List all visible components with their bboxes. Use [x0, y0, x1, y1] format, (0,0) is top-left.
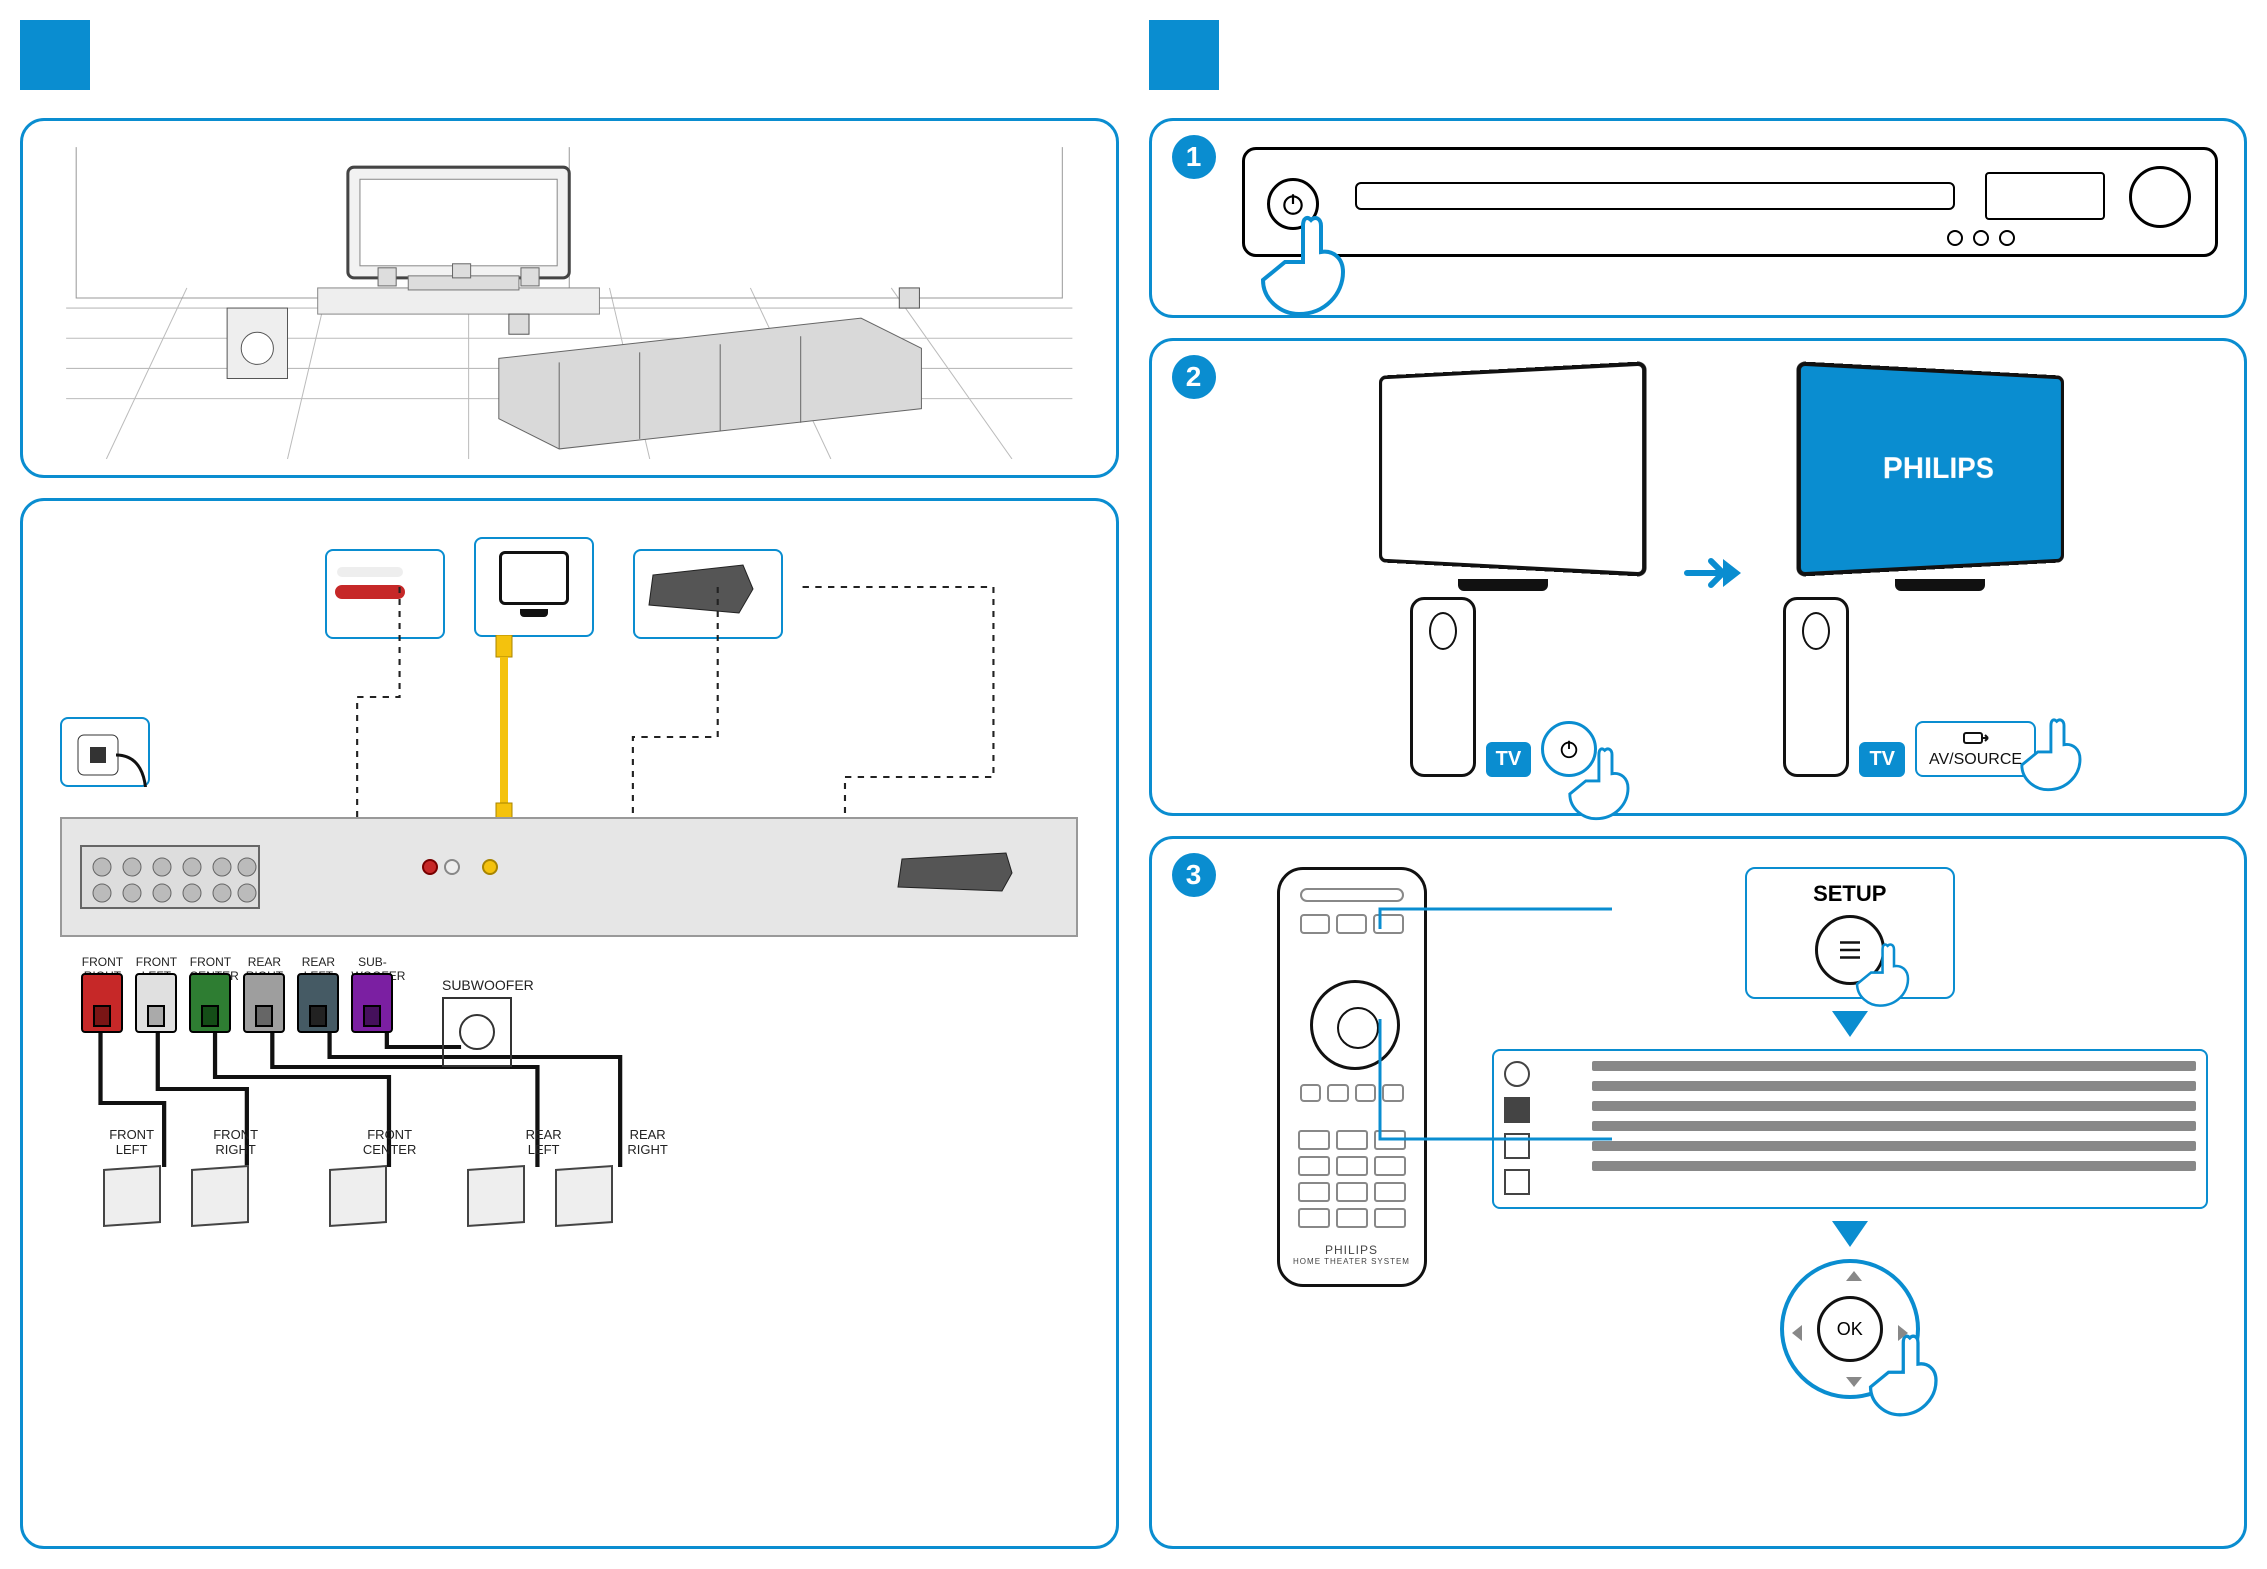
- prev-icon[interactable]: [1947, 230, 1963, 246]
- chevron-up-icon: [1846, 1271, 1862, 1281]
- speaker-row: [103, 1167, 613, 1225]
- room-illustration: [39, 137, 1100, 459]
- connector-row: [81, 973, 393, 1033]
- arrow-down-icon: [1832, 1221, 1868, 1247]
- connector-rear-right: [243, 973, 285, 1033]
- next-icon[interactable]: [1999, 230, 2015, 246]
- menu-gear-icon: [1504, 1061, 1530, 1087]
- tv-off: [1379, 361, 1647, 577]
- ok-dial[interactable]: OK: [1780, 1259, 1920, 1399]
- remote-big: PHILIPS HOME THEATER SYSTEM: [1277, 867, 1427, 1287]
- connector-front-right: [81, 973, 123, 1033]
- connector-subwoofer: [351, 973, 393, 1033]
- left-page: FRONT RIGHT FRONT LEFT FRONT CENTER REAR…: [20, 20, 1119, 1549]
- right-step-header: [1149, 20, 2248, 90]
- speaker-front-center: [329, 1165, 387, 1227]
- ok-label: OK: [1837, 1319, 1863, 1340]
- tv-badge: TV: [1486, 742, 1532, 777]
- hand-press-icon: [1864, 1333, 1954, 1423]
- right-page: 1 2: [1149, 20, 2248, 1549]
- right-step-square: [1149, 20, 1219, 90]
- speaker-label: FRONT CENTER: [361, 1127, 419, 1157]
- speaker-rear-left: [467, 1165, 525, 1227]
- panel-room-layout: [20, 118, 1119, 478]
- menu-display-icon: [1504, 1133, 1530, 1159]
- step-badge-3: 3: [1172, 853, 1216, 897]
- remote-brand: PHILIPS: [1280, 1243, 1424, 1257]
- remote-power-button[interactable]: [1541, 721, 1597, 777]
- connector-front-left: [135, 973, 177, 1033]
- hand-press-icon: [1852, 942, 1922, 1012]
- setup-menu-screen: [1492, 1049, 2209, 1209]
- remote-ok-button[interactable]: [1337, 1007, 1379, 1049]
- transport-controls: [1947, 230, 2015, 246]
- panel-step-1: 1: [1149, 118, 2248, 318]
- setup-button[interactable]: [1815, 915, 1885, 985]
- speaker-labels-row: FRONT LEFT FRONT RIGHT FRONT CENTER REAR…: [103, 1127, 677, 1157]
- speaker-terminal-block: [80, 845, 260, 909]
- remote-mini: [1783, 597, 1849, 777]
- tv-badge: TV: [1859, 742, 1905, 777]
- tv-brand-text: PHILIPS: [1883, 451, 1994, 486]
- speaker-label: FRONT LEFT: [103, 1127, 161, 1157]
- player-back-panel: [60, 817, 1078, 937]
- setup-callout: SETUP: [1745, 867, 1955, 999]
- left-step-square: [20, 20, 90, 90]
- left-step-header: [20, 20, 1119, 90]
- connector-rear-left: [297, 973, 339, 1033]
- play-icon[interactable]: [1973, 230, 1989, 246]
- remote-mini: [1410, 597, 1476, 777]
- volume-knob[interactable]: [2129, 166, 2191, 228]
- panel-wiring: FRONT RIGHT FRONT LEFT FRONT CENTER REAR…: [20, 498, 1119, 1549]
- hand-press-icon: [2016, 717, 2096, 797]
- step-badge-2: 2: [1172, 355, 1216, 399]
- setup-label: SETUP: [1813, 881, 1886, 907]
- menu-pref-icon: [1504, 1169, 1530, 1195]
- chevron-right-icon: [1898, 1325, 1908, 1341]
- panel-step-2: 2 TV: [1149, 338, 2248, 816]
- chevron-left-icon: [1792, 1325, 1802, 1341]
- speaker-front-left: [103, 1165, 161, 1227]
- display-panel: [1985, 172, 2105, 220]
- speaker-front-right: [191, 1165, 249, 1227]
- speaker-label: FRONT RIGHT: [207, 1127, 265, 1157]
- arrow-right-icon: [1683, 553, 1743, 593]
- menu-speaker-icon: [1504, 1097, 1530, 1123]
- step-badge-1: 1: [1172, 135, 1216, 179]
- subwoofer-box: [442, 997, 512, 1067]
- subwoofer-label: SUBWOOFER: [442, 977, 534, 993]
- connector-front-center: [189, 973, 231, 1033]
- hand-press-icon: [1255, 214, 1365, 324]
- source-icon: [1962, 729, 1990, 747]
- remote-nav-ring[interactable]: [1310, 980, 1400, 1070]
- speaker-label: REAR LEFT: [515, 1127, 573, 1157]
- remote-keypad[interactable]: [1298, 1130, 1406, 1250]
- panel-step-3: 3: [1149, 836, 2248, 1549]
- speaker-rear-right: [555, 1165, 613, 1227]
- speaker-label: REAR RIGHT: [619, 1127, 677, 1157]
- disc-slot[interactable]: [1355, 182, 1956, 210]
- av-source-label: AV/SOURCE: [1929, 751, 2022, 769]
- remote-subtitle: HOME THEATER SYSTEM: [1280, 1257, 1424, 1266]
- player-front: [1242, 147, 2219, 257]
- arrow-down-icon: [1832, 1011, 1868, 1037]
- tv-on: PHILIPS: [1796, 361, 2064, 577]
- chevron-down-icon: [1846, 1377, 1862, 1387]
- hand-press-icon: [1564, 746, 1644, 826]
